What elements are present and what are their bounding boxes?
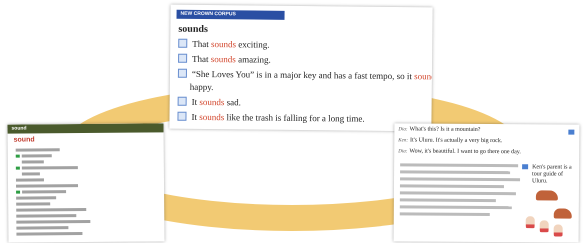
textbook-dialog-screenshot: Dia: What's this? Is it a mountain? Ken: I… xyxy=(393,123,580,243)
result-line[interactable]: That sounds exciting. xyxy=(178,38,270,53)
dialog-small-line xyxy=(399,212,490,217)
dialog-small-line xyxy=(399,191,516,196)
bullet-icon xyxy=(15,154,20,158)
uluru-illustration xyxy=(535,190,558,201)
marker-icon xyxy=(522,164,529,170)
entry-line xyxy=(21,154,52,158)
entry-line xyxy=(21,172,40,176)
dialog-line: Ken: It's Uluru. It's actually a very big… xyxy=(398,137,503,145)
entry-line xyxy=(22,190,67,194)
search-keyword: sounds xyxy=(178,23,208,36)
entry-line xyxy=(16,202,51,206)
document-icon xyxy=(178,38,188,48)
document-icon xyxy=(178,53,188,63)
dialog-small-line xyxy=(399,198,496,203)
result-line[interactable]: It sounds like the trash is falling for … xyxy=(177,111,365,127)
document-icon xyxy=(177,96,187,106)
entry-line xyxy=(21,166,78,170)
dictionary-header: sound xyxy=(7,123,164,134)
marker-icon xyxy=(568,129,575,135)
entry-line xyxy=(15,148,60,152)
corpus-banner: NEW CROWN CORPUS xyxy=(176,9,285,20)
side-note: Ken's parent is a tour guide of Uluru. xyxy=(531,164,572,185)
character-illustration xyxy=(539,220,549,233)
entry-line xyxy=(16,214,77,218)
dialog-small-line xyxy=(399,205,512,210)
document-icon xyxy=(177,68,187,78)
entry-line xyxy=(16,232,83,236)
entry-line xyxy=(15,178,44,182)
dialog-small-line xyxy=(400,170,511,175)
dialog-small-line xyxy=(400,177,521,182)
entry-keyword: sound xyxy=(13,136,35,144)
document-icon xyxy=(177,111,187,121)
character-illustration xyxy=(553,224,563,237)
result-line-continued: happy. xyxy=(189,81,214,93)
uluru-illustration xyxy=(553,208,572,219)
entry-line xyxy=(16,207,87,212)
entry-line xyxy=(16,196,57,200)
dictionary-screenshot: sound sound xyxy=(7,123,165,243)
entry-line xyxy=(21,160,44,164)
entry-line xyxy=(16,219,91,224)
result-line[interactable]: It sounds sad. xyxy=(177,96,241,111)
dialog-line: Dia: Wow, it's beautiful. I want to go th… xyxy=(398,148,521,156)
corpus-search-screenshot: NEW CROWN CORPUS sounds That sounds exci… xyxy=(169,4,433,132)
dialog-small-line xyxy=(399,184,504,189)
dialog-line: Dia: What's this? Is it a mountain? xyxy=(398,126,481,133)
bullet-icon xyxy=(15,166,20,170)
dialog-small-line xyxy=(400,163,519,168)
entry-line xyxy=(16,184,79,188)
result-line[interactable]: “She Loves You” is in a major key and ha… xyxy=(177,68,433,85)
character-illustration xyxy=(525,216,535,229)
entry-line xyxy=(16,226,69,230)
result-line[interactable]: That sounds amazing. xyxy=(178,53,271,68)
bullet-icon xyxy=(16,190,21,194)
